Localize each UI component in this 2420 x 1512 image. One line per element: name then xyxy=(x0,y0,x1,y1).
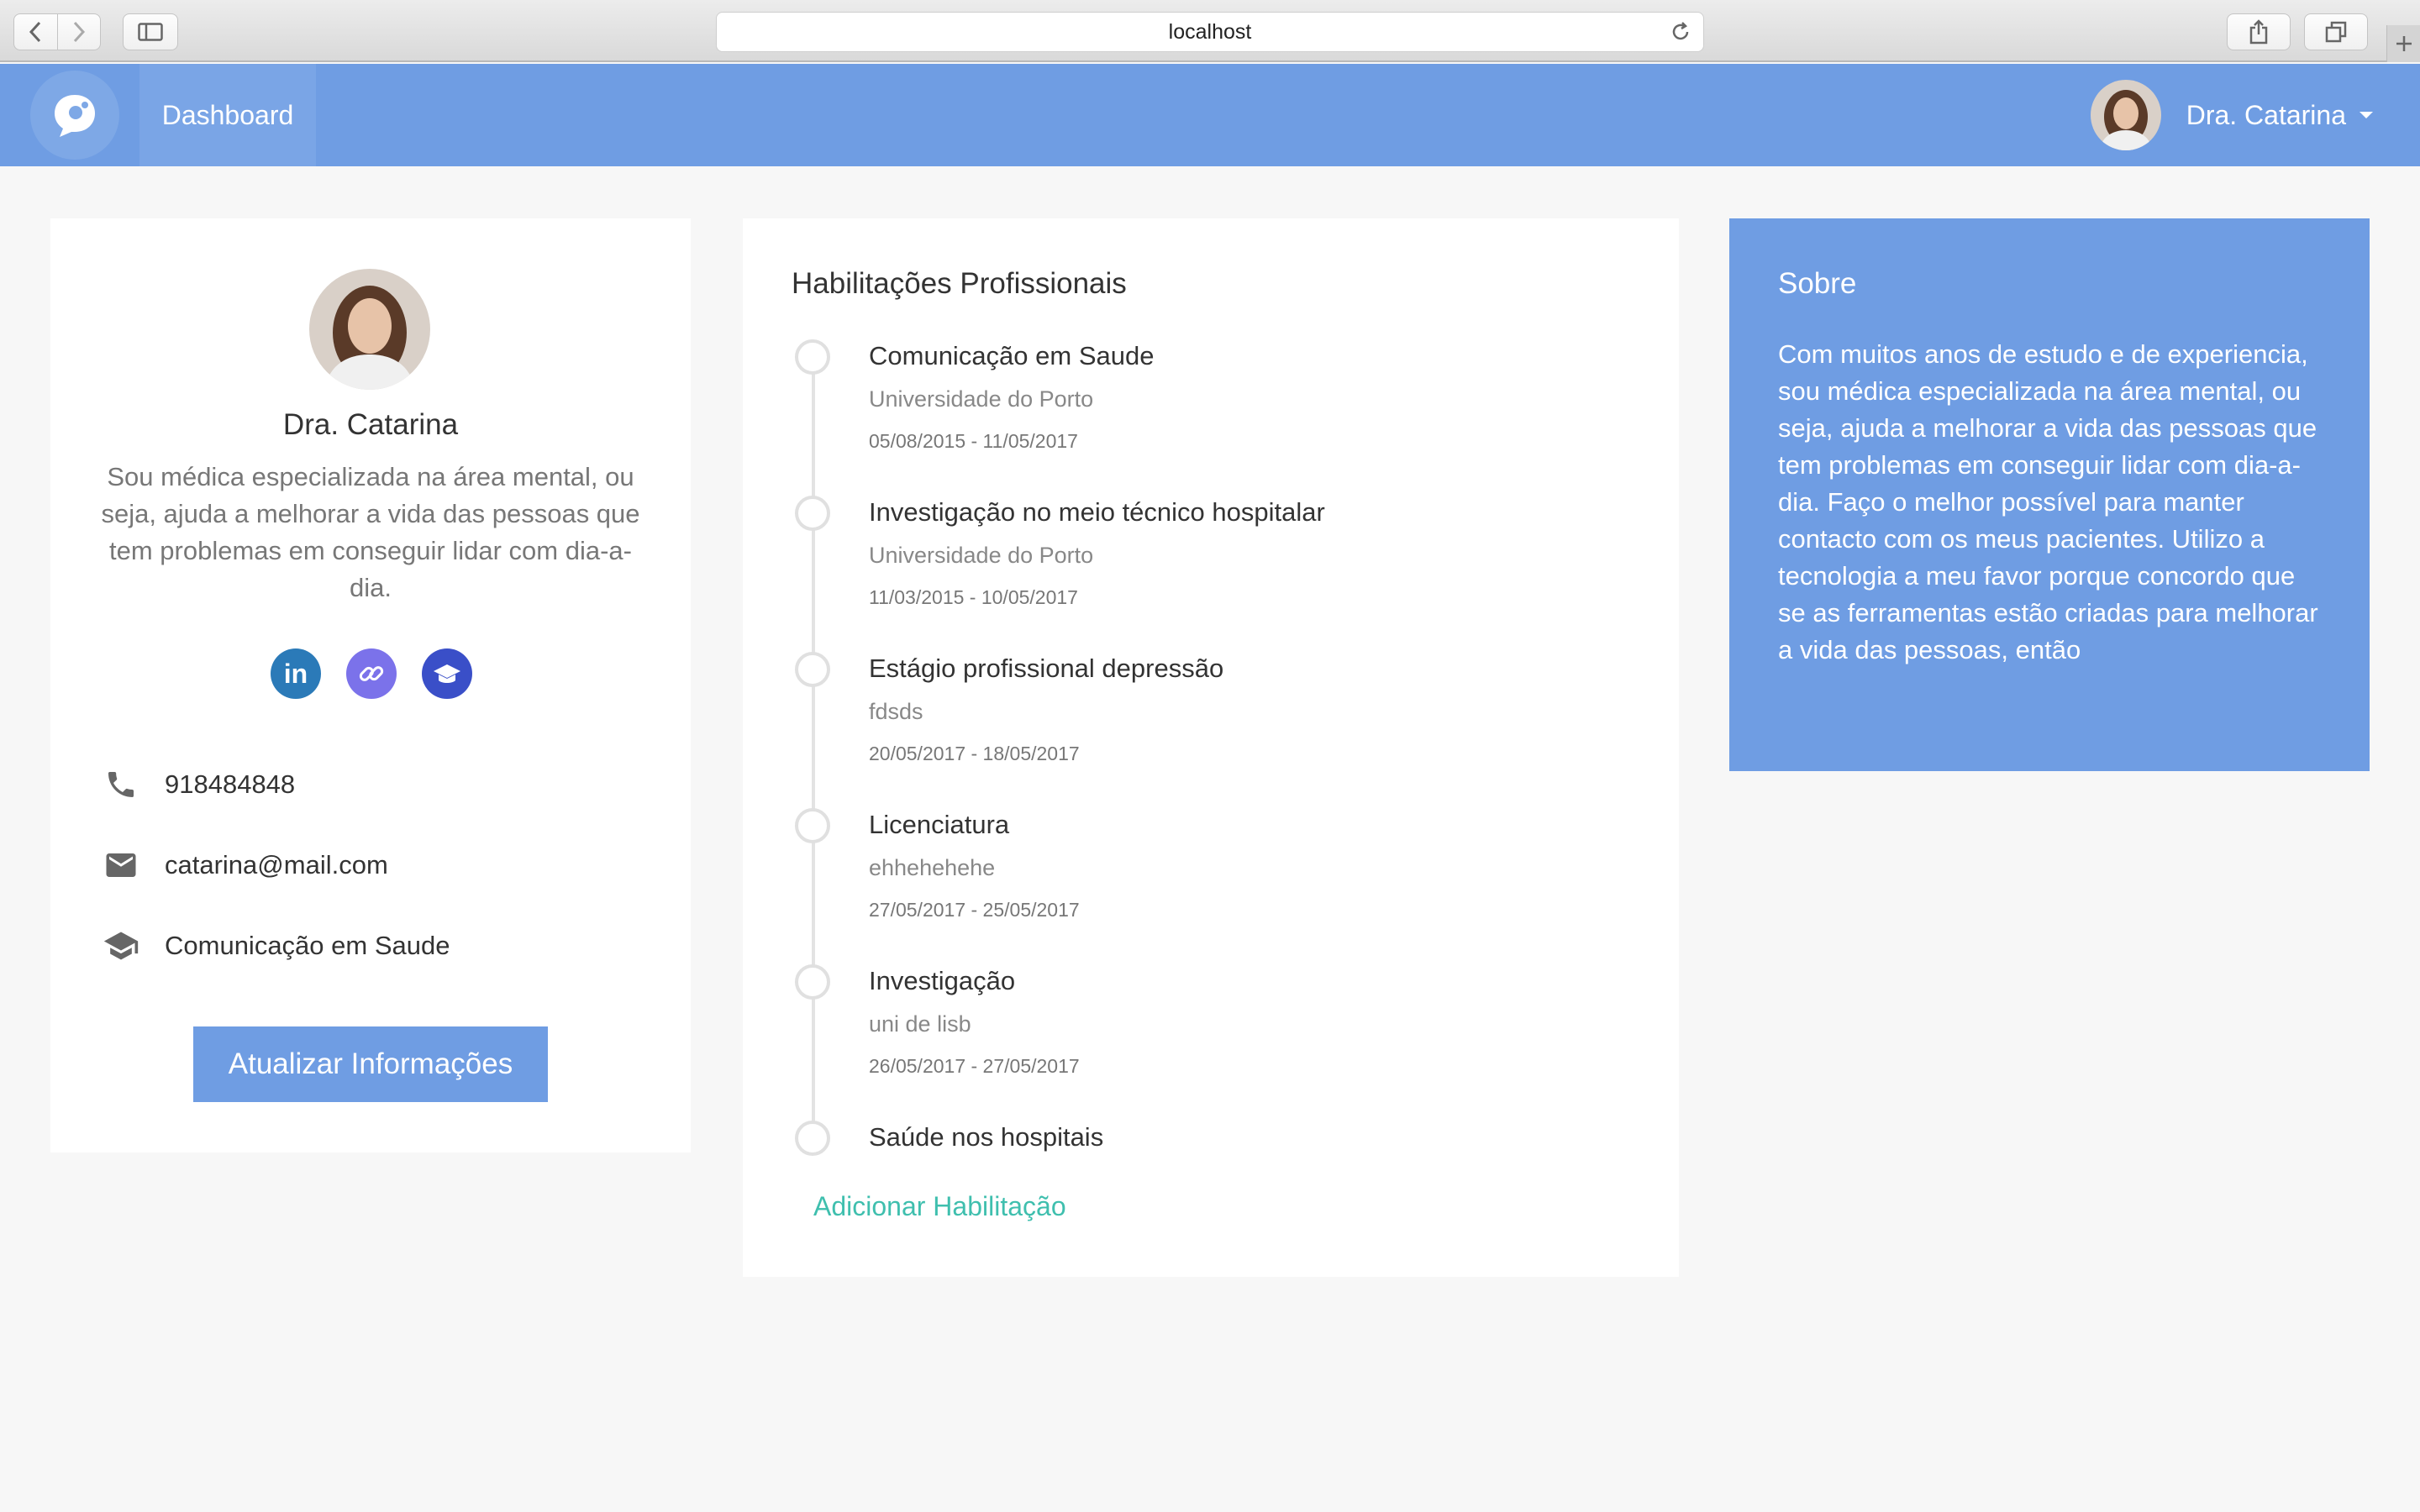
app-navbar: Dashboard Dra. Catarina xyxy=(0,64,2420,166)
skill-dates: 11/03/2015 - 10/05/2017 xyxy=(869,586,1078,608)
skill-dates: 05/08/2015 - 11/05/2017 xyxy=(869,430,1078,452)
linkedin-link[interactable]: in xyxy=(271,648,321,699)
graduation-cap-icon xyxy=(434,664,460,683)
about-text: Com muitos anos de estudo e de experienc… xyxy=(1778,339,2318,664)
timeline-line xyxy=(812,358,815,1131)
email-row: catarina@mail.com xyxy=(101,845,388,885)
reload-icon[interactable] xyxy=(1670,21,1691,43)
school-icon xyxy=(101,926,141,966)
address-bar[interactable]: localhost xyxy=(716,12,1704,52)
timeline-dot xyxy=(795,808,830,843)
linkedin-icon: in xyxy=(283,658,308,689)
skill-institution: Universidade do Porto xyxy=(869,543,1094,568)
skill-title: Licenciatura xyxy=(869,810,1010,839)
sidebar-icon xyxy=(138,23,163,41)
new-tab-button[interactable] xyxy=(2386,25,2420,62)
skill-title: Saúde nos hospitais xyxy=(869,1122,1104,1152)
education-row: Comunicação em Saude xyxy=(101,926,450,966)
phone-icon xyxy=(101,764,141,805)
url-text: localhost xyxy=(1168,19,1252,44)
skills-title: Habilitações Profissionais xyxy=(792,267,1127,300)
user-menu[interactable]: Dra. Catarina xyxy=(2090,64,2373,166)
timeline-dot xyxy=(795,1121,830,1156)
profile-name: Dra. Catarina xyxy=(282,408,459,441)
plus-icon xyxy=(2396,36,2412,51)
about-title: Sobre xyxy=(1778,267,1857,300)
chat-bubble-logo-icon xyxy=(55,95,95,137)
skill-dates: 27/05/2017 - 25/05/2017 xyxy=(869,899,1080,921)
share-button[interactable] xyxy=(2227,13,2291,50)
phone-number: 918484848 xyxy=(165,769,296,799)
skill-dates: 20/05/2017 - 18/05/2017 xyxy=(869,743,1080,764)
social-links: in xyxy=(271,648,472,699)
timeline-dot xyxy=(795,339,830,375)
skill-title: Investigação xyxy=(869,966,1016,995)
skill-institution: Universidade do Porto xyxy=(869,386,1094,412)
share-icon xyxy=(2249,19,2268,45)
avatar xyxy=(2090,80,2161,150)
brand-logo[interactable] xyxy=(30,71,119,160)
history-nav xyxy=(13,13,101,50)
tabs-overview-button[interactable] xyxy=(2304,13,2368,50)
chevron-left-icon xyxy=(29,21,41,43)
update-info-button[interactable]: Atualizar Informações xyxy=(193,1026,548,1102)
about-card: Sobre Com muitos anos de estudo e de exp… xyxy=(1729,218,2370,771)
add-skill-link[interactable]: Adicionar Habilitação xyxy=(813,1191,1066,1222)
forward-button[interactable] xyxy=(56,14,100,50)
email-address: catarina@mail.com xyxy=(165,850,388,879)
timeline-dot xyxy=(795,964,830,1000)
timeline-dot xyxy=(795,652,830,687)
chevron-right-icon xyxy=(73,21,86,43)
skill-institution: uni de lisb xyxy=(869,1011,971,1037)
skills-card: Habilitações Profissionais Comunicação e… xyxy=(743,218,1679,1277)
profile-card: Dra. Catarina Sou médica especializada n… xyxy=(50,218,691,1152)
skill-institution: fdsds xyxy=(869,699,923,724)
skill-title: Investigação no meio técnico hospitalar xyxy=(869,497,1325,527)
profile-bio: Sou médica especializada na área mental,… xyxy=(101,462,640,602)
website-link[interactable] xyxy=(346,648,397,699)
education-text: Comunicação em Saude xyxy=(165,931,450,960)
education-link[interactable] xyxy=(422,648,472,699)
skill-title: Comunicação em Saude xyxy=(869,341,1155,370)
skill-institution: ehhehehehe xyxy=(869,855,996,880)
user-name: Dra. Catarina xyxy=(2186,99,2346,130)
link-icon xyxy=(359,666,384,681)
tabs-icon xyxy=(2325,21,2347,43)
back-button[interactable] xyxy=(14,14,57,50)
sidebar-toggle-button[interactable] xyxy=(123,13,178,50)
mail-icon xyxy=(101,845,141,885)
timeline-dot xyxy=(795,496,830,531)
browser-chrome: localhost xyxy=(0,0,2420,62)
profile-avatar xyxy=(309,269,430,390)
skill-title: Estágio profissional depressão xyxy=(869,654,1224,683)
phone-row: 918484848 xyxy=(101,764,295,805)
skill-dates: 26/05/2017 - 27/05/2017 xyxy=(869,1055,1080,1077)
caret-down-icon xyxy=(2360,112,2373,118)
nav-dashboard-link[interactable]: Dashboard xyxy=(139,64,316,166)
